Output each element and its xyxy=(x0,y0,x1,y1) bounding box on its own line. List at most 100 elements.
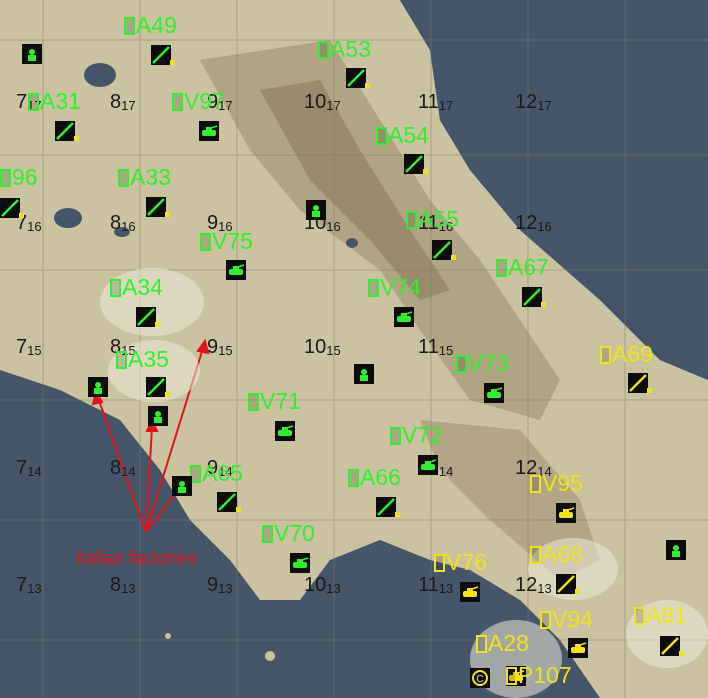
factory-counter[interactable]: C xyxy=(470,668,490,688)
unit-type-icon xyxy=(118,168,129,187)
unit-label: A66 xyxy=(348,466,401,489)
unit-label: V94 xyxy=(540,608,593,631)
unit-type-icon xyxy=(376,126,387,145)
supply-pip xyxy=(155,322,160,327)
supply-pip xyxy=(19,213,24,218)
air-unit-counter[interactable] xyxy=(346,68,370,88)
unit-type-icon xyxy=(200,232,211,251)
unit-type-icon xyxy=(540,610,551,629)
unit-label: A31 xyxy=(28,90,81,113)
unit-type-icon xyxy=(110,278,121,297)
supply-pip xyxy=(395,512,400,517)
air-unit-counter[interactable] xyxy=(660,636,684,656)
hex-coordinate-label: 913 xyxy=(207,574,233,596)
air-unit-counter[interactable] xyxy=(0,198,24,218)
supply-pip xyxy=(165,212,170,217)
armor-unit-counter[interactable] xyxy=(568,638,588,658)
air-unit-counter[interactable] xyxy=(556,574,580,594)
hex-coordinate-label: 1113 xyxy=(418,574,454,596)
air-unit-counter[interactable] xyxy=(522,287,546,307)
air-unit-counter[interactable] xyxy=(432,240,456,260)
unit-type-icon xyxy=(530,474,541,493)
artillery-counter[interactable] xyxy=(88,377,108,397)
unit-label: V97 xyxy=(172,90,225,113)
unit-label: V74 xyxy=(368,276,421,299)
unit-type-icon xyxy=(406,210,417,229)
armor-unit-counter[interactable] xyxy=(484,383,504,403)
armor-unit-counter[interactable] xyxy=(394,307,414,327)
unit-label: V75 xyxy=(200,230,253,253)
hex-coordinate-label: 813 xyxy=(110,574,136,596)
supply-pip xyxy=(170,60,175,65)
hex-coordinate-label: 714 xyxy=(16,457,42,479)
air-unit-counter[interactable] xyxy=(55,121,79,141)
unit-label: A34 xyxy=(110,276,163,299)
unit-type-icon xyxy=(634,606,645,625)
unit-type-icon xyxy=(496,258,507,277)
unit-type-icon xyxy=(116,350,127,369)
air-unit-counter[interactable] xyxy=(404,154,428,174)
unit-label: A35 xyxy=(116,348,169,371)
supply-pip xyxy=(575,589,580,594)
unit-type-icon xyxy=(262,524,273,543)
air-unit-counter[interactable] xyxy=(146,197,170,217)
supply-pip xyxy=(541,302,546,307)
armor-unit-counter[interactable] xyxy=(460,582,480,602)
radar-counter[interactable] xyxy=(306,200,326,220)
unit-label: V73 xyxy=(456,352,509,375)
infantry-counter[interactable] xyxy=(22,44,42,64)
supply-pip xyxy=(365,83,370,88)
unit-type-icon xyxy=(318,40,329,59)
unit-label: P107 xyxy=(506,664,572,687)
unit-type-icon xyxy=(0,168,11,187)
factory-counter[interactable] xyxy=(172,476,192,496)
unit-label: A55 xyxy=(406,208,459,231)
air-unit-counter[interactable] xyxy=(146,377,170,397)
strategic-map[interactable]: 717 817 917 1017 1117 1217 716 816 916 1016 1116 12… xyxy=(0,0,708,698)
hex-coordinate-label: 713 xyxy=(16,574,42,596)
unit-label: V76 xyxy=(434,551,487,574)
unit-label: A81 xyxy=(634,604,687,627)
supply-pip xyxy=(74,136,79,141)
unit-label: V95 xyxy=(530,472,583,495)
supply-pip xyxy=(679,651,684,656)
armor-unit-counter[interactable] xyxy=(199,121,219,141)
hex-coordinate-label: 1017 xyxy=(304,91,341,113)
air-unit-counter[interactable] xyxy=(136,307,160,327)
air-unit-counter[interactable] xyxy=(151,45,175,65)
unit-label: A67 xyxy=(496,256,549,279)
hex-coordinate-label: 1117 xyxy=(418,91,454,113)
armor-unit-counter[interactable] xyxy=(275,421,295,441)
unit-type-icon xyxy=(506,666,517,685)
hex-coordinate-label: 1217 xyxy=(515,91,552,113)
unit-type-icon xyxy=(172,92,183,111)
armor-unit-counter[interactable] xyxy=(556,503,576,523)
infantry-counter[interactable] xyxy=(354,364,374,384)
unit-label: A68 xyxy=(530,543,583,566)
unit-label: A69 xyxy=(600,343,653,366)
air-unit-counter[interactable] xyxy=(376,497,400,517)
unit-type-icon xyxy=(348,468,359,487)
unit-label: V71 xyxy=(248,390,301,413)
armor-unit-counter[interactable] xyxy=(418,455,438,475)
unit-label: A49 xyxy=(124,14,177,37)
annotation-label: Italian factories xyxy=(76,548,198,568)
unit-type-icon xyxy=(368,278,379,297)
armor-unit-counter[interactable] xyxy=(226,260,246,280)
factory-counter[interactable] xyxy=(148,406,168,426)
unit-type-icon xyxy=(456,354,467,373)
armor-unit-counter[interactable] xyxy=(290,553,310,573)
air-unit-counter[interactable] xyxy=(217,492,241,512)
unit-label: A54 xyxy=(376,124,429,147)
hex-coordinate-label: 1213 xyxy=(515,574,552,596)
supply-pip xyxy=(451,255,456,260)
hex-coordinate-label: 817 xyxy=(110,91,136,113)
unit-type-icon xyxy=(28,92,39,111)
hex-coordinate-label: 1015 xyxy=(304,336,341,358)
supply-pip xyxy=(165,392,170,397)
hex-coordinate-label: 715 xyxy=(16,336,42,358)
air-unit-counter[interactable] xyxy=(628,373,652,393)
artillery-counter[interactable] xyxy=(666,540,686,560)
unit-type-icon xyxy=(124,16,135,35)
unit-type-icon xyxy=(248,392,259,411)
